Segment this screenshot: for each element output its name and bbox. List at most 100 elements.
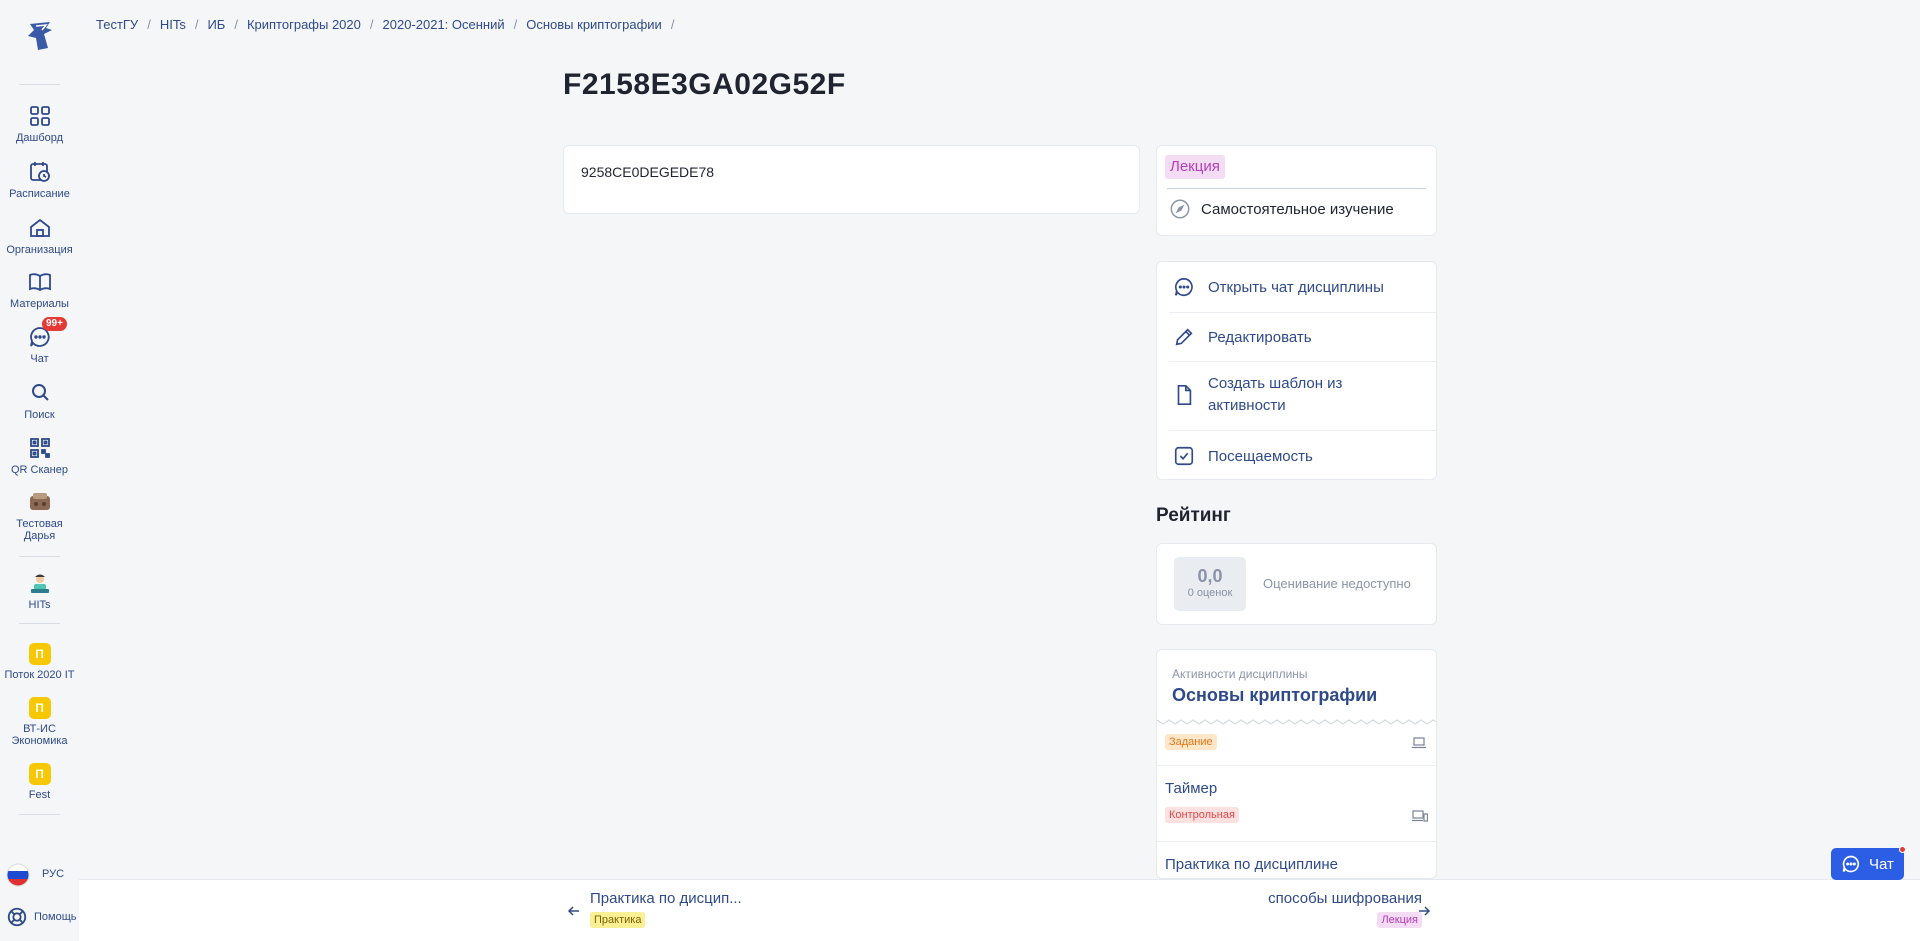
book-icon [28,273,51,292]
previous-activity-link[interactable]: Практика по дисцип... Практика [590,890,742,928]
self-study-row: Самостоятельное изучение [1169,198,1394,220]
sidebar-item-label: Материалы [10,298,69,310]
action-label: Посещаемость [1208,447,1313,465]
language-label: РУС [42,868,65,880]
sidebar-item-label: QR Сканер [11,464,68,476]
rating-card: 0,0 0 оценок Оценивание недоступно [1156,543,1437,625]
sidebar-item-label: Чат [30,353,49,365]
sidebar-divider [19,556,60,557]
breadcrumb-separator: / [513,17,518,32]
chat-icon [1174,277,1193,297]
discipline-title[interactable]: Основы криптографии [1172,685,1377,706]
edit-button[interactable]: Редактировать [1157,325,1436,349]
previous-activity-tag: Практика [590,912,646,928]
sidebar-item-materials[interactable]: Материалы [0,270,79,310]
breadcrumb-item[interactable]: Основы криптографии [526,17,662,32]
sidebar-item-label: Тестовая Дарья [16,518,63,542]
rating-heading: Рейтинг [1156,505,1231,526]
avatar-icon [29,493,50,510]
actions-card: Открыть чат дисциплины Редактировать Соз… [1156,261,1437,480]
rating-status: Оценивание недоступно [1263,576,1411,591]
arrow-left-icon[interactable] [567,904,581,918]
sidebar-item-search[interactable]: Поиск [0,381,79,421]
open-discipline-chat-button[interactable]: Открыть чат дисциплины [1157,275,1436,299]
grid-icon [29,106,50,126]
score-count: 0 оценок [1187,587,1233,599]
page-title: F2158E3GA02G52F [563,68,846,101]
laptop-icon [1412,737,1426,749]
activity-title: Практика по дисциплине [1165,856,1338,873]
group-letter-icon: П [28,643,51,665]
sidebar-divider [19,623,60,624]
sidebar-item-group-vt-is[interactable]: П ВТ-ИС Экономика [0,697,79,747]
action-label: Открыть чат дисциплины [1208,278,1384,296]
russia-flag-icon [6,863,30,887]
previous-activity-title: Практика по дисцип... [590,890,742,907]
sidebar-item-user-profile[interactable]: Тестовая Дарья [0,490,79,542]
organization-icon [29,218,50,237]
sidebar-divider [19,84,60,85]
breadcrumb-separator: / [147,17,151,32]
breadcrumb-item[interactable]: HITs [160,17,186,32]
divider [1169,430,1436,431]
chat-icon [1842,855,1860,873]
breadcrumb-item[interactable]: Криптографы 2020 [247,17,361,32]
content-text: 9258CE0DEGEDE78 [581,164,715,180]
breadcrumb-item[interactable]: ИБ [207,17,225,32]
sidebar-item-organization[interactable]: Организация [0,216,79,256]
help-label: Помощь [34,911,77,923]
sidebar-item-dashboard[interactable]: Дашборд [0,104,79,144]
next-activity-tag: Лекция [1377,912,1422,928]
sidebar-divider [19,814,60,815]
breadcrumb-separator: / [234,17,238,32]
group-letter-icon: П [28,697,51,719]
breadcrumb: ТестГУ / HITs / ИБ / Криптографы 2020 / 2020… [96,17,683,32]
breadcrumb-separator: / [670,17,675,32]
sidebar-item-chat[interactable]: 99+ Чат [0,317,79,365]
notification-dot [1899,846,1906,853]
attendance-button[interactable]: Посещаемость [1157,444,1436,468]
sidebar-item-label: Организация [6,244,73,256]
next-activity-link[interactable]: способы шифрования Лекция [1268,890,1422,928]
compass-icon [1170,199,1190,219]
sidebar-item-label: Поток 2020 IT [4,669,75,681]
chat-button[interactable]: Чат [1831,846,1906,880]
divider [1169,312,1436,313]
activity-content: 9258CE0DEGEDE78 [563,145,1140,214]
divider [1167,188,1426,189]
chat-button-label: Чат [1869,855,1894,873]
sidebar-item-group-potok[interactable]: П Поток 2020 IT [0,643,79,681]
action-label: Создать шаблон из активности [1208,375,1343,414]
self-study-label: Самостоятельное изучение [1201,200,1394,218]
sidebar-item-label: ВТ-ИС Экономика [11,723,68,747]
create-template-button[interactable]: Создать шаблон из активности [1157,373,1436,417]
breadcrumb-item[interactable]: ТестГУ [96,17,138,32]
sidebar-item-hits[interactable]: HITs [0,571,79,611]
hits-avatar-icon [30,574,49,593]
devices-icon [1412,810,1428,822]
sidebar-item-group-fest[interactable]: П Fest [0,763,79,801]
pencil-icon [1175,328,1193,346]
activity-navigation: Практика по дисцип... Практика способы ш… [79,879,1920,941]
divider [1157,841,1436,842]
breadcrumb-item[interactable]: 2020-2021: Осенний [383,17,505,32]
discipline-activities-card: Активности дисциплины Основы криптографи… [1156,649,1437,879]
sidebar-item-qr-scanner[interactable]: QR Сканер [0,436,79,476]
lifebuoy-icon [7,907,27,927]
breadcrumb-separator: / [194,17,199,32]
activity-type-tag: Лекция [1165,155,1225,179]
next-activity-title: способы шифрования [1268,890,1422,907]
sidebar-item-schedule[interactable]: Расписание [0,160,79,200]
sidebar-item-label: Расписание [9,188,70,200]
logo-icon[interactable] [22,18,58,54]
sidebar-item-label: Дашборд [15,132,64,144]
zigzag-divider [1157,719,1436,725]
qr-icon [29,438,50,458]
unread-badge: 99+ [42,317,67,331]
activity-tag: Задание [1165,734,1217,750]
activity-title: Таймер [1165,780,1218,797]
sidebar-item-label: Fest [28,789,51,801]
sidebar-item-label: Поиск [24,409,55,421]
score-box: 0,0 0 оценок [1174,557,1246,611]
arrow-right-icon[interactable] [1417,904,1431,918]
